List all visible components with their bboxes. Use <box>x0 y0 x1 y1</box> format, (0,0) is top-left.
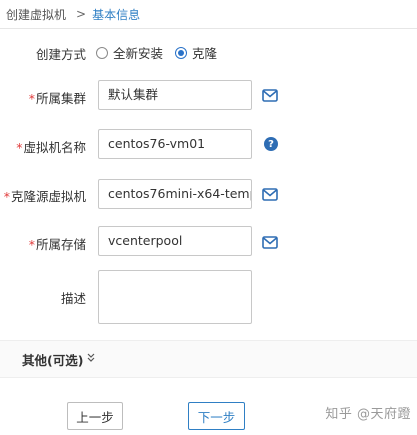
chevron-double-down-icon[interactable] <box>87 353 95 365</box>
prev-button[interactable]: 上一步 <box>67 402 123 430</box>
storage-field[interactable]: vcenterpool <box>98 226 252 256</box>
radio-clone-label[interactable]: 克隆 <box>192 43 217 62</box>
other-section-toggle[interactable]: 其他(可选) <box>0 340 417 378</box>
creation-method-label: 创建方式 <box>35 47 86 62</box>
radio-new-install[interactable]: 全新安装 <box>96 43 163 62</box>
vm-name-label: *虚拟机名称 <box>16 140 86 155</box>
required-mark: * <box>28 237 35 252</box>
required-mark: * <box>28 91 35 106</box>
breadcrumb-current: 基本信息 <box>92 7 141 22</box>
cluster-field[interactable]: 默认集群 <box>98 80 252 110</box>
storage-label: *所属存储 <box>28 237 86 252</box>
clone-source-label: *克隆源虚拟机 <box>3 189 86 204</box>
breadcrumb: 创建虚拟机 > 基本信息 <box>0 0 417 29</box>
radio-clone[interactable]: 克隆 <box>175 43 217 62</box>
watermark: 知乎 @天府蹬 <box>325 407 411 422</box>
breadcrumb-separator: > <box>76 7 87 21</box>
radio-new-install-label[interactable]: 全新安装 <box>113 43 163 62</box>
description-label: 描述 <box>60 291 86 306</box>
next-button[interactable]: 下一步 <box>188 402 245 430</box>
envelope-icon[interactable] <box>262 186 278 202</box>
clone-source-field[interactable]: centos76mini-x64-temp <box>98 179 252 209</box>
envelope-icon[interactable] <box>262 234 278 250</box>
required-mark: * <box>3 189 10 204</box>
description-textarea[interactable] <box>98 270 252 324</box>
creation-method-radio-group: 全新安装 克隆 <box>96 43 229 62</box>
vm-name-field[interactable]: centos76-vm01 <box>98 129 252 159</box>
other-section-label[interactable]: 其他(可选) <box>22 350 83 369</box>
radio-clone-circle[interactable] <box>175 46 188 59</box>
help-icon[interactable]: ? <box>263 136 279 152</box>
radio-new-install-circle[interactable] <box>96 46 108 59</box>
required-mark: * <box>16 140 23 155</box>
envelope-icon[interactable] <box>262 87 278 103</box>
cluster-label: *所属集群 <box>28 91 86 106</box>
breadcrumb-root[interactable]: 创建虚拟机 <box>6 6 66 23</box>
